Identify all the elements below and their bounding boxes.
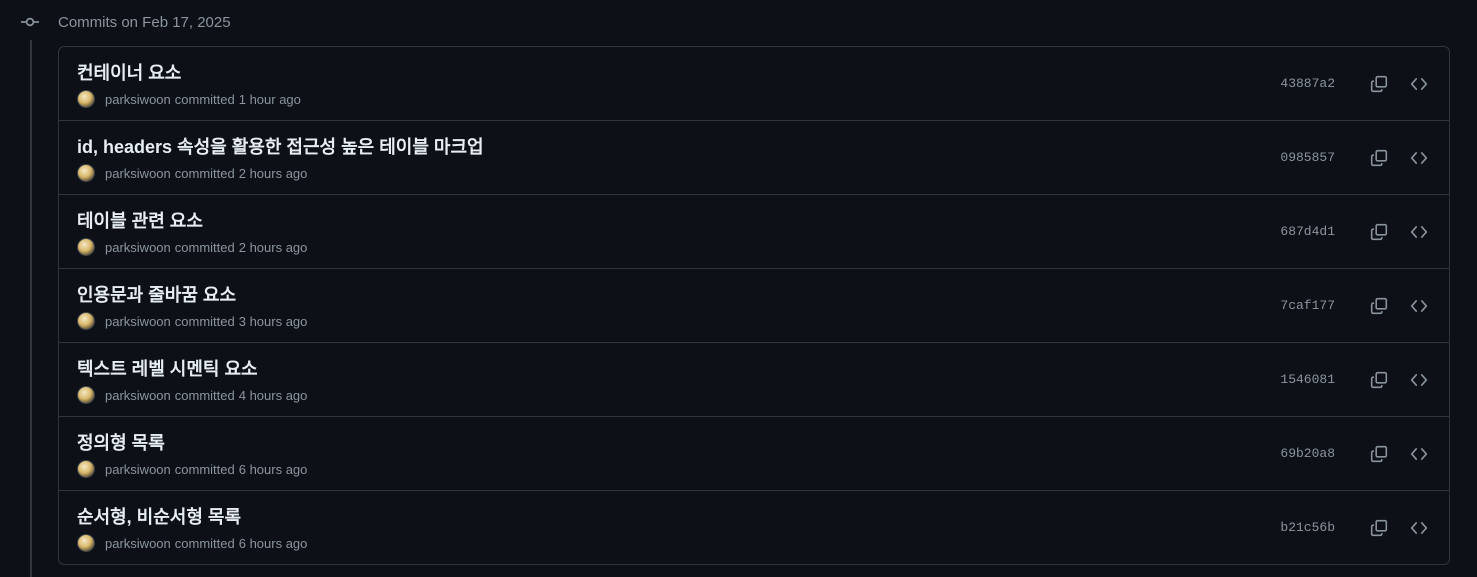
commit-row: 정의형 목록 parksiwoon committed 6 hours ago … — [59, 417, 1449, 491]
commit-sha-link[interactable]: 0985857 — [1280, 150, 1335, 165]
code-icon[interactable] — [1407, 72, 1431, 96]
commit-meta: parksiwoon committed 6 hours ago — [77, 460, 307, 478]
commit-actions: 7caf177 — [1280, 269, 1431, 342]
commit-title-link[interactable]: 정의형 목록 — [77, 429, 165, 455]
commit-group-title: Commits on Feb 17, 2025 — [58, 13, 231, 31]
code-icon[interactable] — [1407, 146, 1431, 170]
author-link[interactable]: parksiwoon — [105, 166, 171, 181]
commit-action-text: committed — [174, 535, 235, 551]
copy-icon[interactable] — [1367, 294, 1391, 318]
commit-title-link[interactable]: 컨테이너 요소 — [77, 59, 181, 85]
avatar[interactable] — [77, 238, 95, 256]
commit-row: 텍스트 레벨 시멘틱 요소 parksiwoon committed 4 hou… — [59, 343, 1449, 417]
commit-actions: 43887a2 — [1280, 47, 1431, 120]
commit-sha-link[interactable]: 1546081 — [1280, 372, 1335, 387]
commit-row: 컨테이너 요소 parksiwoon committed 1 hour ago … — [59, 47, 1449, 121]
commit-sha-link[interactable]: 69b20a8 — [1280, 446, 1335, 461]
commit-title-link[interactable]: id, headers 속성을 활용한 접근성 높은 테이블 마크업 — [77, 133, 484, 159]
avatar[interactable] — [77, 534, 95, 552]
code-icon[interactable] — [1407, 368, 1431, 392]
relative-time: 4 hours ago — [238, 387, 308, 403]
commit-meta: parksiwoon committed 1 hour ago — [77, 90, 301, 108]
relative-time: 6 hours ago — [238, 535, 308, 551]
commit-actions: b21c56b — [1280, 491, 1431, 564]
commit-sha-link[interactable]: 43887a2 — [1280, 76, 1335, 91]
author-link[interactable]: parksiwoon — [105, 462, 171, 477]
commit-action-text: committed — [174, 165, 235, 181]
copy-icon[interactable] — [1367, 516, 1391, 540]
commit-title-link[interactable]: 테이블 관련 요소 — [77, 207, 203, 233]
commit-meta: parksiwoon committed 4 hours ago — [77, 386, 307, 404]
commit-sha-link[interactable]: 687d4d1 — [1280, 224, 1335, 239]
commit-action-text: committed — [174, 387, 235, 403]
commit-actions: 687d4d1 — [1280, 195, 1431, 268]
commit-row: 인용문과 줄바꿈 요소 parksiwoon committed 3 hours… — [59, 269, 1449, 343]
relative-time: 2 hours ago — [238, 165, 308, 181]
code-icon[interactable] — [1407, 294, 1431, 318]
code-icon[interactable] — [1407, 442, 1431, 466]
commit-title-link[interactable]: 순서형, 비순서형 목록 — [77, 503, 241, 529]
author-link[interactable]: parksiwoon — [105, 536, 171, 551]
commit-row: 순서형, 비순서형 목록 parksiwoon committed 6 hour… — [59, 491, 1449, 564]
commit-meta: parksiwoon committed 2 hours ago — [77, 164, 307, 182]
relative-time: 6 hours ago — [238, 461, 308, 477]
avatar[interactable] — [77, 164, 95, 182]
avatar[interactable] — [77, 312, 95, 330]
author-link[interactable]: parksiwoon — [105, 240, 171, 255]
copy-icon[interactable] — [1367, 442, 1391, 466]
copy-icon[interactable] — [1367, 146, 1391, 170]
commit-actions: 1546081 — [1280, 343, 1431, 416]
commit-title-link[interactable]: 텍스트 레벨 시멘틱 요소 — [77, 355, 258, 381]
copy-icon[interactable] — [1367, 368, 1391, 392]
copy-icon[interactable] — [1367, 72, 1391, 96]
code-icon[interactable] — [1407, 516, 1431, 540]
commits-page: Commits on Feb 17, 2025 컨테이너 요소 parksiwo… — [0, 0, 1477, 577]
relative-time: 2 hours ago — [238, 239, 308, 255]
code-icon[interactable] — [1407, 220, 1431, 244]
timeline-line — [30, 40, 32, 577]
commit-sha-link[interactable]: b21c56b — [1280, 520, 1335, 535]
commit-actions: 0985857 — [1280, 121, 1431, 194]
avatar[interactable] — [77, 460, 95, 478]
commit-action-text: committed — [174, 91, 235, 107]
author-link[interactable]: parksiwoon — [105, 92, 171, 107]
author-link[interactable]: parksiwoon — [105, 388, 171, 403]
copy-icon[interactable] — [1367, 220, 1391, 244]
commit-row: id, headers 속성을 활용한 접근성 높은 테이블 마크업 parks… — [59, 121, 1449, 195]
git-commit-icon — [20, 12, 40, 32]
commit-meta: parksiwoon committed 2 hours ago — [77, 238, 307, 256]
commit-meta: parksiwoon committed 6 hours ago — [77, 534, 307, 552]
commit-action-text: committed — [174, 313, 235, 329]
commit-sha-link[interactable]: 7caf177 — [1280, 298, 1335, 313]
relative-time: 3 hours ago — [238, 313, 308, 329]
author-link[interactable]: parksiwoon — [105, 314, 171, 329]
commit-group-header: Commits on Feb 17, 2025 — [20, 8, 231, 36]
avatar[interactable] — [77, 90, 95, 108]
relative-time: 1 hour ago — [238, 91, 301, 107]
avatar[interactable] — [77, 386, 95, 404]
commit-title-link[interactable]: 인용문과 줄바꿈 요소 — [77, 281, 236, 307]
commit-row: 테이블 관련 요소 parksiwoon committed 2 hours a… — [59, 195, 1449, 269]
commit-list: 컨테이너 요소 parksiwoon committed 1 hour ago … — [58, 46, 1450, 565]
commit-meta: parksiwoon committed 3 hours ago — [77, 312, 307, 330]
commit-action-text: committed — [174, 239, 235, 255]
commit-actions: 69b20a8 — [1280, 417, 1431, 490]
commit-action-text: committed — [174, 461, 235, 477]
